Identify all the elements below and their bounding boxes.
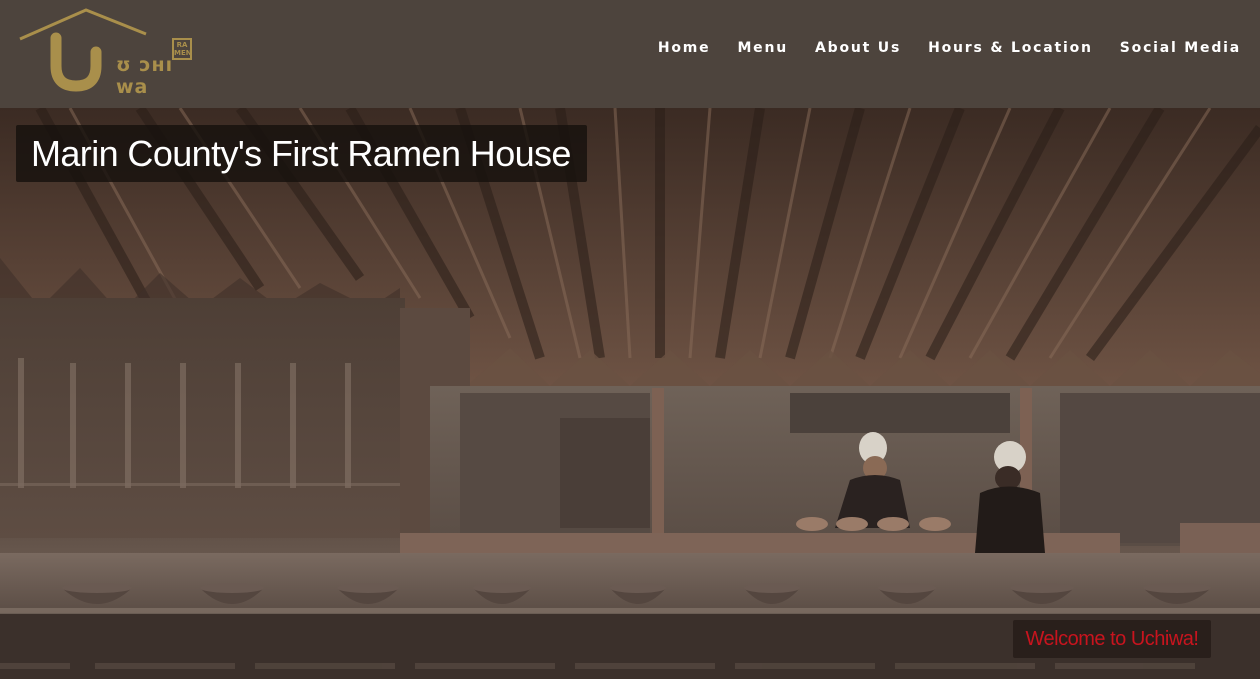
hero-image [0, 108, 1260, 679]
nav-home[interactable]: Home [631, 40, 711, 56]
hero-headline: Marin County's First Ramen House [16, 125, 587, 182]
site-header: ʊ ɔʜı wa RA MEN Home Menu About Us Hours… [0, 0, 1260, 108]
nav-menu[interactable]: Menu [710, 40, 788, 56]
welcome-badge: Welcome to Uchiwa! [1013, 620, 1211, 658]
uchiwa-logo[interactable]: ʊ ɔʜı wa RA MEN [18, 8, 198, 98]
logo-wordmark: ʊ ɔʜı wa [116, 54, 174, 98]
restaurant-interior-image [0, 108, 1260, 679]
nav-hours-location[interactable]: Hours & Location [901, 40, 1093, 56]
nav-social-media[interactable]: Social Media [1093, 40, 1241, 56]
main-nav: Home Menu About Us Hours & Location Soci… [631, 40, 1241, 56]
logo-ramen-stamp: RA MEN [172, 38, 192, 60]
nav-about-us[interactable]: About Us [788, 40, 901, 56]
